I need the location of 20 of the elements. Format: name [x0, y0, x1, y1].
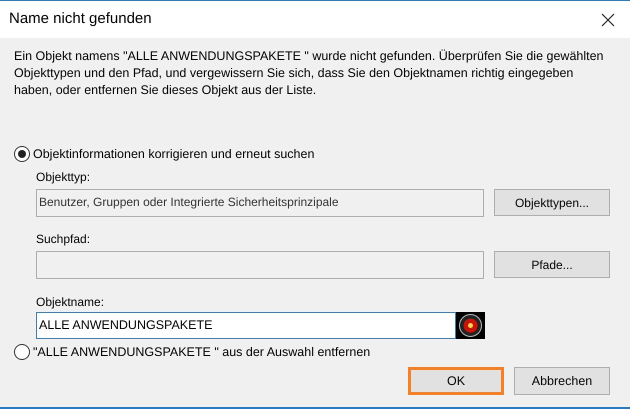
close-icon	[601, 12, 615, 26]
option-label: Objektinformationen korrigieren und erneut suchen	[33, 146, 314, 163]
message-text: Ein Objekt namens "ALLE ANWENDUNGSPAKETE " wurde nicht gefunden. Überprüfen Sie die gewählten Objekttypen und den Pfad, und vergewissern Sie sich, dass Sie den Objektnamen richtig eingegeben haben, oder entfernen Sie dieses Objekt aus der Liste.	[14, 48, 604, 99]
radio-button[interactable]	[14, 344, 30, 360]
cancel-button[interactable]: Abbrechen	[514, 367, 610, 395]
lens-icon	[456, 312, 485, 339]
field-label: Objektname:	[36, 294, 106, 311]
object-name-field[interactable]: ALLE ANWENDUNGSPAKETE	[36, 312, 456, 339]
radio-button[interactable]	[14, 146, 30, 162]
window-title: Name nicht gefunden	[9, 9, 152, 30]
search-path-field[interactable]	[36, 250, 484, 279]
paths-button[interactable]: Pfade...	[494, 251, 610, 278]
object-types-button[interactable]: Objekttypen...	[494, 189, 610, 216]
ok-button[interactable]: OK	[408, 367, 504, 395]
field-label: Objekttyp:	[36, 168, 92, 186]
radio-option[interactable]: Objektinformationen korrigieren und erneut suchen	[14, 145, 630, 164]
option-label: "ALLE ANWENDUNGSPAKETE " aus der Auswahl entfernen	[33, 344, 370, 361]
object-type-field[interactable]: Benutzer, Gruppen oder Integrierte Sicherheitsprinzipale	[36, 188, 484, 217]
radio-option[interactable]: "ALLE ANWENDUNGSPAKETE " aus der Auswahl entfernen	[14, 342, 630, 362]
field-label: Suchpfad:	[36, 230, 92, 248]
